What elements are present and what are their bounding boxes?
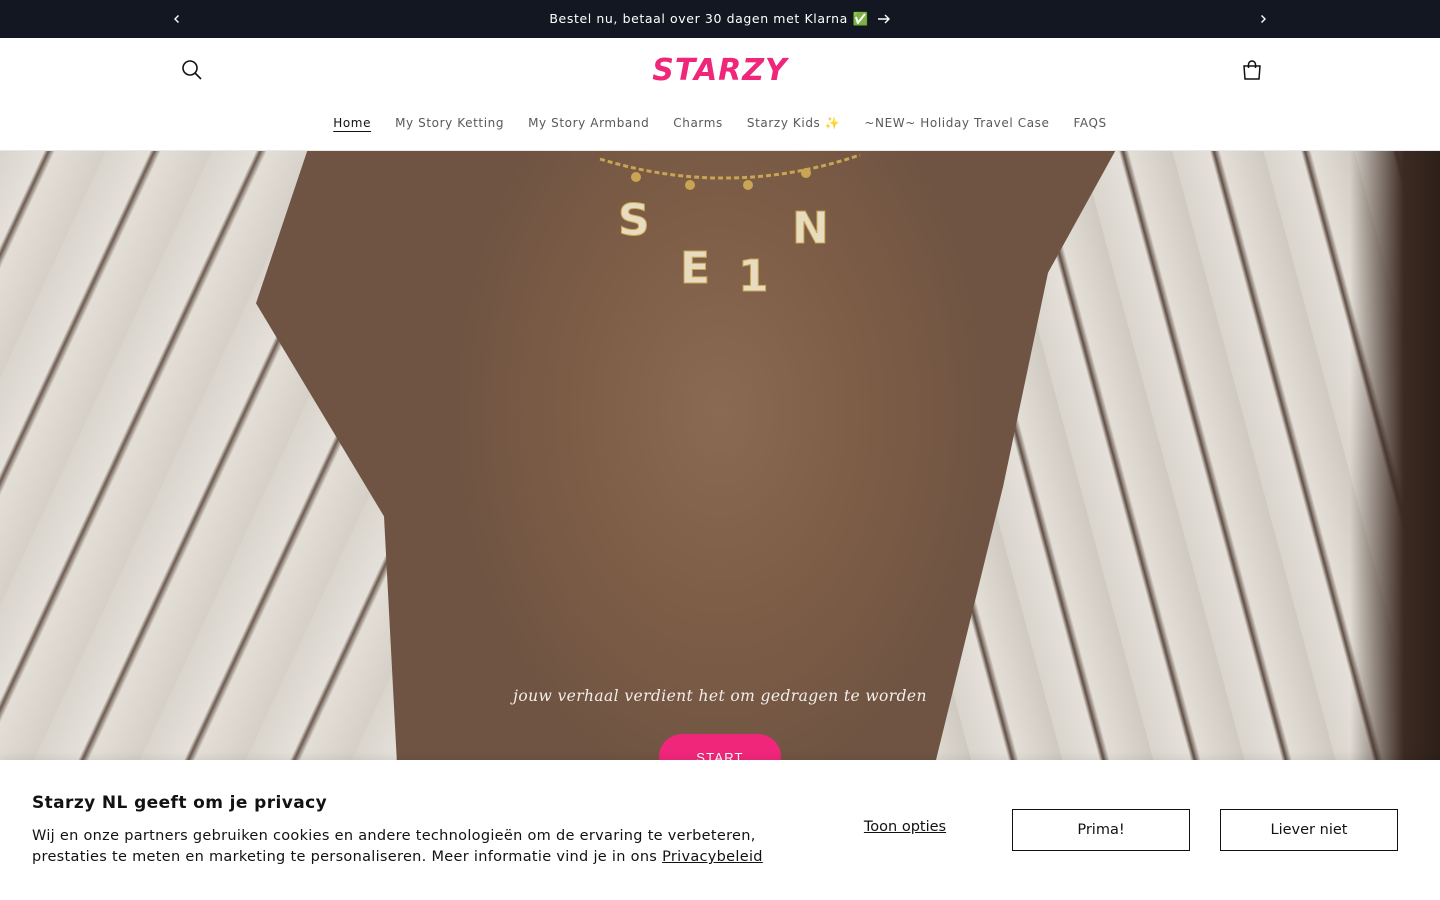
announcement-bar: Bestel nu, betaal over 30 dagen met Klar… [0,0,1440,38]
announcement-text: Bestel nu, betaal over 30 dagen met Klar… [549,11,869,26]
nav-home[interactable]: Home [321,114,383,132]
cart-icon [1243,60,1261,80]
necklace-letter: E [680,243,710,294]
nav-charms[interactable]: Charms [661,114,735,132]
nav-my-story-armband[interactable]: My Story Armband [516,114,661,132]
cookie-text: Wij en onze partners gebruiken cookies e… [32,826,792,868]
hero-image-hair [1350,151,1440,760]
nav-my-story-ketting[interactable]: My Story Ketting [383,114,516,132]
chevron-right-icon [1261,15,1266,23]
hero-tagline: jouw verhaal verdient het om gedragen te… [513,687,927,705]
necklace-letter: S [618,195,650,246]
nav-faqs[interactable]: FAQS [1061,114,1118,132]
decline-cookies-button[interactable]: Liever niet [1220,809,1398,851]
necklace-image: S E 1 N [599,153,861,303]
cookie-banner: Starzy NL geeft om je privacy Wij en onz… [0,760,1440,900]
necklace-letter: N [792,203,829,254]
nav-starzy-kids[interactable]: Starzy Kids ✨ [735,114,852,132]
search-button[interactable] [172,52,212,88]
announcement-link[interactable]: Bestel nu, betaal over 30 dagen met Klar… [0,0,1440,38]
arrow-right-icon [877,14,890,24]
show-options-link[interactable]: Toon opties [846,819,964,835]
accept-cookies-button[interactable]: Prima! [1012,809,1190,851]
nav-holiday-travel-case[interactable]: ~NEW~ Holiday Travel Case [852,114,1061,132]
hero-image-shirt-left [0,151,397,760]
cookie-title: Starzy NL geeft om je privacy [32,793,328,813]
announcement-next-button[interactable] [1248,0,1278,38]
necklace-letter: 1 [738,251,769,302]
cart-button[interactable] [1232,52,1272,88]
main-nav: Home My Story Ketting My Story Armband C… [0,114,1440,132]
cookie-description: Wij en onze partners gebruiken cookies e… [32,828,756,865]
start-button[interactable]: START [659,734,781,760]
search-icon [182,60,202,80]
hero-banner: S E 1 N jouw verhaal verdient het om ged… [0,151,1440,760]
site-header: STARZY Home My Story Ketting My Story Ar… [0,38,1440,151]
privacy-policy-link[interactable]: Privacybeleid [662,849,763,865]
logo[interactable]: STARZY [640,50,800,90]
